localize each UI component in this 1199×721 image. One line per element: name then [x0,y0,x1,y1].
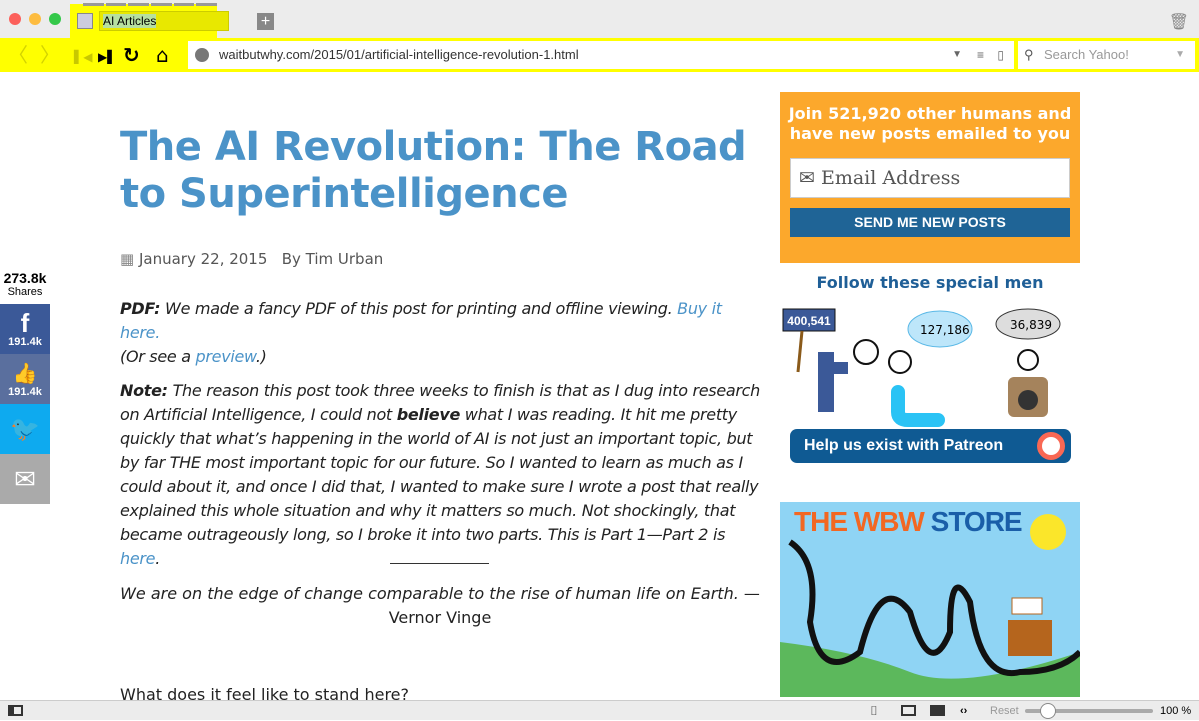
twitter-icon: 🐦 [10,415,40,443]
sidebar-toggle-icon[interactable] [8,705,23,716]
pdf-label: PDF: [120,299,161,318]
back-button[interactable]: 〈 [8,44,28,66]
preview-pre: (Or see a [120,347,196,366]
share-label: Shares [7,286,43,298]
envelope-icon: ✉ [799,167,821,189]
like-count: 191.4k [8,385,42,398]
twitter-t-icon [891,385,945,427]
globe-icon [195,48,209,62]
wbw-store-banner[interactable]: THE WBW STORE [780,502,1080,697]
search-input[interactable]: ⚲ Search Yahoo! ▼ [1018,41,1195,69]
epigraph: We are on the edge of change comparable … [120,582,760,630]
search-dropdown-icon[interactable]: ▼ [1175,41,1185,69]
reader-icon[interactable]: ≡ [977,41,984,69]
url-text: waitbutwhy.com/2015/01/artificial-intell… [219,47,579,62]
article-author: By Tim Urban [281,250,384,268]
store-illustration [780,539,1080,697]
patreon-button[interactable]: Help us exist with Patreon [790,429,1071,463]
tab-ai-articles[interactable]: AI Articles [70,4,229,38]
like-button[interactable]: 👍 191.4k [0,354,50,404]
zoom-window-button[interactable] [49,13,61,25]
status-bar: ⌷ ‹› Reset 100 % [0,700,1199,720]
share-bar: 273.8k Shares f 191.4k 👍 191.4k 🐦 ✉ [0,270,50,504]
zoom-reset-button[interactable]: Reset [990,701,1019,721]
facebook-follower-count: 400,541 [787,314,831,328]
tab-stack-indicator [83,3,218,6]
note-label: Note: [120,381,168,400]
search-icon: ⚲ [1024,47,1034,62]
preview-post: .) [255,347,267,366]
divider [390,563,489,564]
quote-text: We are on the edge of change comparable … [120,584,739,603]
patreon-label: Help us exist with Patreon [804,437,1004,454]
new-tab-button[interactable]: + [257,13,274,30]
zoom-slider[interactable] [1025,703,1153,719]
tab-title: AI Articles [103,14,157,28]
bookmark-icon[interactable]: ▯ [997,41,1004,69]
note-bold: believe [396,405,461,424]
rewind-button[interactable]: ▌◀ [74,46,92,68]
sidebar: Join 521,920 other humans and have new p… [780,92,1080,697]
facebook-icon: f [20,308,30,338]
twitter-follower-count: 127,186 [920,323,970,337]
email-share-button[interactable]: ✉ [0,454,50,504]
search-placeholder: Search Yahoo! [1044,47,1129,62]
camera-icon[interactable]: ⌷ [870,701,878,721]
note-end: . [155,549,161,568]
dropdown-icon[interactable]: ▼ [952,41,962,69]
email-input[interactable]: ✉ Email Address [790,158,1070,198]
zoom-level: 100 % [1160,705,1192,717]
code-icon[interactable]: ‹› [960,701,967,721]
favicon-icon [77,13,93,29]
forward-button[interactable]: 〉 [40,44,60,66]
article-meta: ▦ January 22, 2015 By Tim Urban [120,250,383,268]
send-posts-button[interactable]: SEND ME NEW POSTS [790,208,1070,237]
window-icon[interactable] [901,705,916,716]
calendar-icon: ▦ [120,250,135,268]
minimize-window-button[interactable] [29,13,41,25]
section-heading: What does it feel like to stand here? [120,685,409,700]
close-window-button[interactable] [9,13,21,25]
share-total: 273.8k [3,270,47,286]
pdf-text: We made a fancy PDF of this post for pri… [160,299,678,318]
article-body: PDF: We made a fancy PDF of this post fo… [120,297,760,581]
patreon-logo-icon [1037,432,1065,460]
reload-button[interactable]: ↻ [123,44,140,66]
social-followers-illustration[interactable]: 400,541 127,186 36,839 [780,302,1080,427]
toolbar: 〈 〉 ▌◀ ▶▌ ↻ ⌂ waitbutwhy.com/2015/01/art… [0,38,1199,72]
subscribe-box: Join 521,920 other humans and have new p… [780,92,1080,263]
article-title: The AI Revolution: The Road to Superinte… [120,124,747,217]
instagram-follower-count: 36,839 [1010,318,1052,332]
subscribe-heading: Join 521,920 other humans and have new p… [788,104,1072,143]
image-icon[interactable] [930,705,945,716]
address-bar[interactable]: waitbutwhy.com/2015/01/artificial-intell… [188,41,1014,69]
facebook-share-button[interactable]: f 191.4k [0,304,50,354]
twitter-share-button[interactable]: 🐦 [0,404,50,454]
thumbs-up-icon: 👍 [12,362,38,385]
zoom-slider-handle[interactable] [1040,703,1057,719]
trash-icon[interactable]: 🗑 [1169,12,1189,31]
page-content: The AI Revolution: The Road to Superinte… [0,72,1199,700]
title-bar: AI Articles + 🗑 [0,0,1199,38]
part-2-link[interactable]: here [120,549,156,568]
facebook-count: 191.4k [8,336,42,348]
preview-link[interactable]: preview [196,347,257,366]
fast-forward-button[interactable]: ▶▌ [98,46,116,68]
envelope-icon: ✉ [14,463,36,494]
article-date: January 22, 2015 [138,250,268,268]
follow-heading: Follow these special men [816,273,1044,292]
home-button[interactable]: ⌂ [156,44,169,66]
facebook-f-icon [818,352,834,412]
email-placeholder: Email Address [820,167,961,189]
note-text-2: what I was reading. It hit me pretty qui… [120,405,759,544]
